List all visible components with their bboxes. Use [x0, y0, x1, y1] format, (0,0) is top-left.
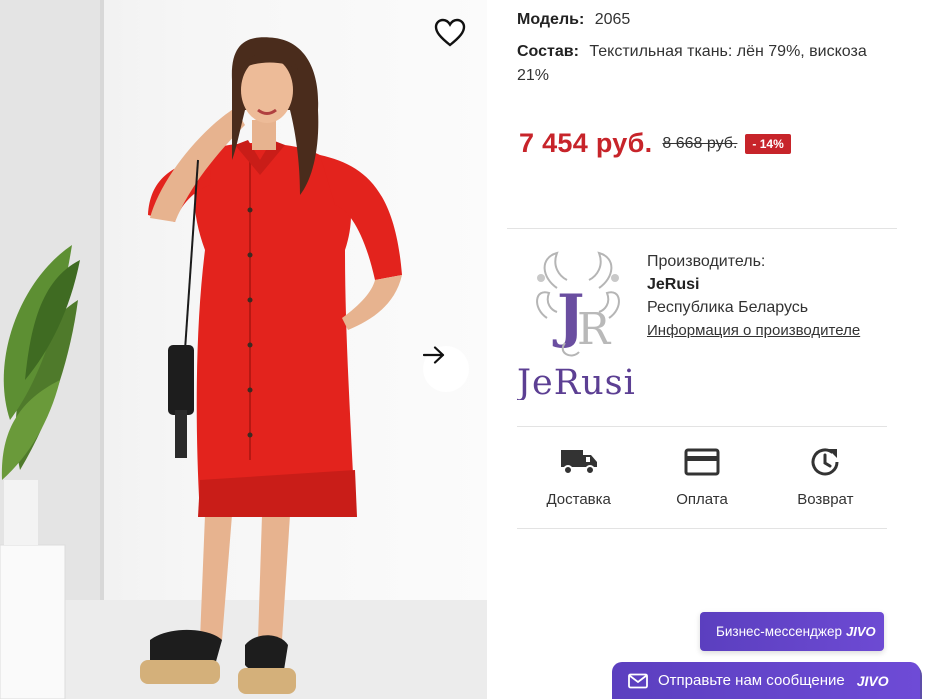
- manufacturer-heading: Производитель:: [647, 253, 766, 270]
- discount-badge: - 14%: [745, 133, 791, 154]
- heart-outline-icon: [434, 18, 466, 47]
- next-image-button[interactable]: [423, 346, 469, 392]
- price-row: 7 454 руб. 8 668 руб. - 14%: [519, 128, 791, 159]
- manufacturer-logo-wordmark: JeRusi: [517, 363, 636, 400]
- product-photo-illustration: [0, 0, 487, 699]
- old-price: 8 668 руб.: [662, 134, 738, 152]
- manufacturer-country: Республика Беларусь: [647, 299, 809, 316]
- feature-delivery[interactable]: Доставка: [517, 444, 640, 508]
- product-photo[interactable]: [0, 0, 487, 699]
- jivo-logo: JIVO: [845, 624, 876, 639]
- divider: [517, 528, 887, 529]
- card-icon: [684, 448, 720, 476]
- svg-text:R: R: [577, 304, 612, 355]
- feature-payment[interactable]: Оплата: [640, 444, 763, 508]
- manufacturer-info: Производитель: JeRusi Республика Беларус…: [647, 250, 860, 342]
- feature-return[interactable]: Возврат: [764, 444, 887, 508]
- divider: [517, 426, 887, 427]
- spec-model-label: Модель:: [517, 11, 585, 28]
- truck-icon: [560, 450, 597, 475]
- spec-model: Модель: 2065: [517, 8, 630, 32]
- spec-composition: Состав: Текстильная ткань: лён 79%, виск…: [517, 40, 887, 88]
- return-clock-icon: [811, 448, 839, 476]
- favorite-button[interactable]: [434, 18, 474, 58]
- send-message-label: Отправьте нам сообщение: [658, 672, 845, 689]
- manufacturer-info-link[interactable]: Информация о производителе: [647, 322, 860, 339]
- manufacturer-logo[interactable]: J R JeRusi: [517, 248, 639, 400]
- jivo-logo: JIVO: [856, 672, 889, 689]
- spec-composition-label: Состав:: [517, 43, 579, 60]
- envelope-icon: [628, 673, 648, 688]
- business-messenger-button[interactable]: Бизнес-мессенджер JIVO: [700, 612, 884, 651]
- clipped-text-line: [517, 100, 887, 108]
- service-features: Доставка Оплата Возврат: [517, 444, 887, 508]
- spec-model-value: 2065: [594, 11, 631, 28]
- divider: [507, 228, 897, 229]
- current-price: 7 454 руб.: [519, 128, 653, 158]
- feature-label: Оплата: [676, 491, 728, 508]
- send-message-bar[interactable]: Отправьте нам сообщение JIVO: [612, 662, 920, 699]
- feature-label: Доставка: [546, 491, 611, 508]
- arrow-right-icon: [423, 346, 445, 364]
- feature-label: Возврат: [797, 491, 854, 508]
- business-messenger-label: Бизнес-мессенджер: [716, 624, 842, 639]
- manufacturer-brand: JeRusi: [647, 276, 700, 293]
